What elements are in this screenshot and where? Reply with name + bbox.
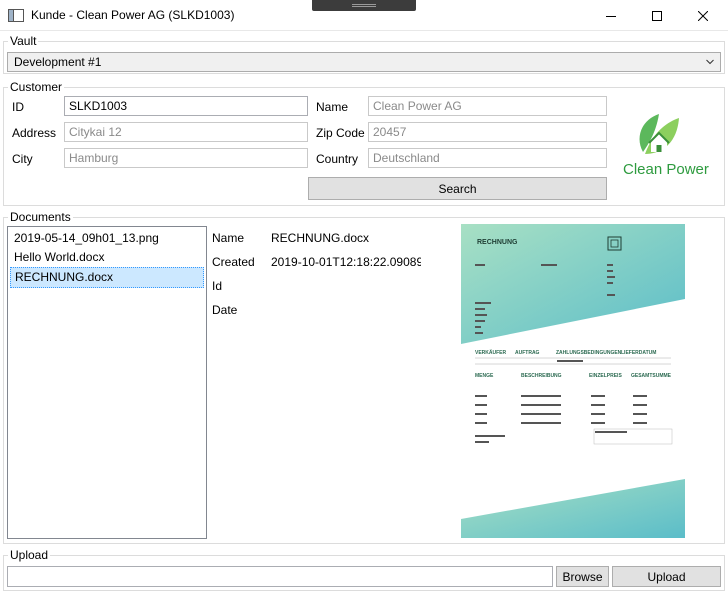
document-preview: RECHNUNG VERKÄUFER AUFTRAG ZAHLUNGSBEDIN…: [461, 224, 685, 538]
preview-item-header: EINZELPREIS: [589, 373, 622, 379]
id-label: ID: [12, 100, 24, 114]
city-label: City: [12, 152, 33, 166]
preview-col-header: VERKÄUFER: [475, 350, 507, 356]
minimize-icon: [606, 15, 616, 17]
upload-button[interactable]: Upload: [612, 566, 721, 587]
window-title: Kunde - Clean Power AG (SLKD1003): [31, 8, 235, 22]
maximize-button[interactable]: [634, 0, 680, 31]
zip-label: Zip Code: [316, 126, 365, 140]
preview-col-header: AUFTRAG: [515, 350, 540, 356]
address-label: Address: [12, 126, 57, 140]
close-button[interactable]: [680, 0, 726, 31]
vault-label: Vault: [8, 34, 39, 48]
window-icon: [8, 9, 24, 22]
address-field[interactable]: Citykai 12: [64, 122, 308, 142]
search-button-label: Search: [438, 181, 477, 196]
id-field[interactable]: SLKD1003: [64, 96, 308, 116]
zip-field[interactable]: 20457: [368, 122, 607, 142]
search-button[interactable]: Search: [308, 177, 607, 200]
close-icon: [698, 10, 708, 21]
name-field[interactable]: Clean Power AG: [368, 96, 607, 116]
upload-label: Upload: [8, 548, 51, 562]
list-item[interactable]: Hello World.docx: [10, 248, 204, 267]
browse-button[interactable]: Browse: [556, 566, 609, 587]
documents-list[interactable]: 2019-05-14_09h01_13.png Hello World.docx…: [7, 226, 207, 539]
preview-item-header: MENGE: [475, 373, 494, 379]
upload-path-field[interactable]: [7, 566, 553, 587]
clean-power-logo-icon: [639, 114, 679, 154]
preview-item-header: BESCHREIBUNG: [521, 373, 562, 379]
country-field[interactable]: Deutschland: [368, 148, 607, 168]
preview-graphic: [461, 224, 685, 538]
doc-name-value: RECHNUNG.docx: [271, 231, 370, 245]
clean-power-logo-text: Clean Power: [623, 161, 709, 178]
doc-created-value: 2019-10-01T12:18:22.090893: [271, 255, 421, 269]
name-label: Name: [316, 100, 349, 114]
minimize-button[interactable]: [588, 0, 634, 31]
preview-col-header: ZAHLUNGSBEDINGUNGEN: [556, 350, 622, 356]
upload-button-label: Upload: [647, 569, 686, 584]
doc-created-label: Created: [212, 255, 255, 269]
preview-heading: RECHNUNG: [477, 239, 518, 246]
preview-col-header: LIEFERDATUM: [621, 350, 657, 356]
chevron-down-icon: [706, 59, 714, 65]
doc-id-label: Id: [212, 279, 223, 293]
title-bar[interactable]: Kunde - Clean Power AG (SLKD1003): [0, 0, 728, 31]
country-label: Country: [316, 152, 359, 166]
browse-button-label: Browse: [562, 569, 603, 584]
doc-date-label: Date: [212, 303, 238, 317]
preview-item-header: GESAMTSUMME: [631, 373, 671, 379]
doc-name-label: Name: [212, 231, 245, 245]
documents-label: Documents: [8, 210, 73, 224]
vault-select-value: Development #1: [14, 55, 102, 69]
city-field[interactable]: Hamburg: [64, 148, 308, 168]
vault-select[interactable]: Development #1: [7, 52, 721, 72]
maximize-icon: [652, 10, 662, 21]
customer-label: Customer: [8, 80, 65, 94]
list-item-selected[interactable]: RECHNUNG.docx: [10, 267, 204, 288]
drag-grip[interactable]: [312, 0, 416, 11]
list-item[interactable]: 2019-05-14_09h01_13.png: [10, 229, 204, 248]
